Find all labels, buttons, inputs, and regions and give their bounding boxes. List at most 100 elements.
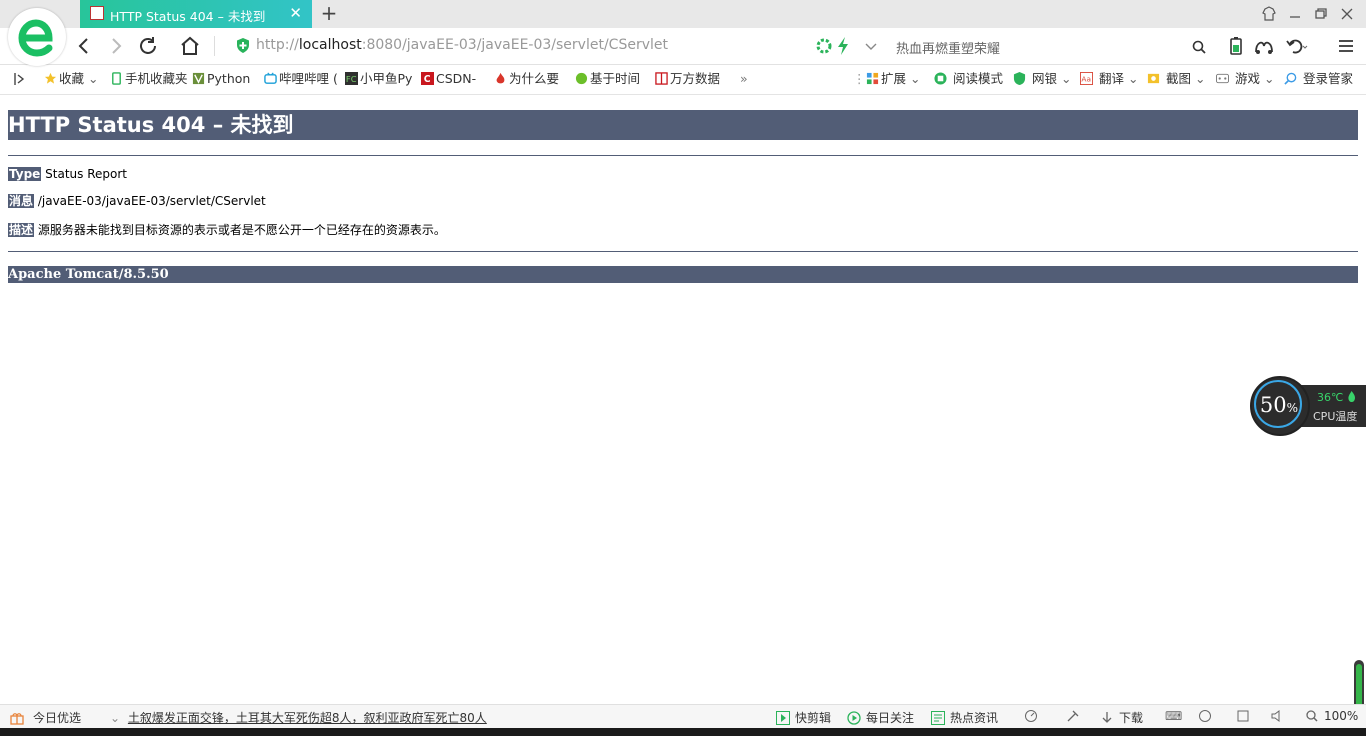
description-row: 描述 源服务器未能找到目标资源的表示或者是不愿公开一个已经存在的资源表示。: [8, 223, 446, 238]
secure-shield-icon: [237, 38, 249, 53]
reload-button[interactable]: [136, 34, 160, 58]
forward-button[interactable]: [104, 34, 128, 58]
tool-password-manager[interactable]: 登录管家: [1284, 71, 1353, 89]
bookmark-why[interactable]: 为什么要: [494, 71, 559, 89]
mouse-gesture-icon[interactable]: [1252, 34, 1276, 58]
back-button[interactable]: [72, 34, 96, 58]
cpu-usage-value: 50%: [1259, 393, 1299, 417]
sidebar-toggle-icon[interactable]: [12, 71, 26, 89]
toolbar-grip-icon: ⋮: [853, 71, 866, 86]
volume-icon[interactable]: [1270, 709, 1289, 723]
bookmarks-bar: 收藏 ⌄ 手机收藏夹 Python 哔哩哔哩 ( FC 小甲鱼Py C CSDN- …: [0, 65, 1366, 95]
search-box[interactable]: 热血再燃重塑荣耀: [884, 32, 1214, 60]
cpu-temp-label: CPU温度: [1313, 410, 1358, 423]
reader-clover-icon[interactable]: [816, 38, 832, 54]
address-bar[interactable]: http://localhost:8080/javaEE-03/javaEE-0…: [228, 32, 882, 60]
browser-logo[interactable]: [8, 8, 66, 66]
hot-news[interactable]: 热点资讯: [931, 709, 998, 726]
close-window-icon[interactable]: [1338, 5, 1356, 23]
tool-screenshot[interactable]: 截图 ⌄: [1147, 71, 1205, 89]
new-tab-button[interactable]: +: [318, 2, 340, 24]
home-button[interactable]: [178, 34, 202, 58]
bookmark-label: CSDN-: [436, 71, 477, 86]
tool-label: 网银: [1031, 71, 1057, 86]
download-label: 下载: [1119, 711, 1144, 725]
chevron-down-icon: ⌄: [110, 711, 121, 725]
quick-edit[interactable]: 快剪辑: [776, 709, 831, 726]
tool-reading-mode[interactable]: 阅读模式: [934, 71, 1003, 89]
bookmark-label: Python: [207, 71, 251, 86]
reading-mode-icon: [934, 72, 947, 85]
bookmark-wanfang[interactable]: 万方数据: [655, 71, 720, 89]
news-headline[interactable]: 土叙爆发正面交锋，土耳其大军死伤超8人，叙利亚政府军死亡80人: [128, 711, 487, 725]
game-icon: [1216, 73, 1229, 84]
type-label: Type: [8, 167, 42, 181]
message-label: 消息: [8, 194, 35, 208]
bookmark-mobile-favorites[interactable]: 手机收藏夹: [110, 71, 188, 89]
bilibili-icon: [264, 72, 277, 84]
minimize-icon[interactable]: [1286, 5, 1304, 23]
restore-icon[interactable]: [1312, 5, 1330, 23]
csdn-icon: C: [421, 72, 434, 85]
message-value: /javaEE-03/javaEE-03/servlet/CServlet: [37, 194, 266, 208]
url-text[interactable]: http://localhost:8080/javaEE-03/javaEE-0…: [256, 37, 668, 53]
tool-label: 扩展: [881, 71, 907, 86]
bookmark-timebased[interactable]: 基于时间: [575, 71, 640, 89]
bookmark-bilibili[interactable]: 哔哩哔哩 (: [264, 71, 338, 89]
address-dropdown-icon[interactable]: [862, 36, 880, 56]
speed-mode-icon[interactable]: [836, 37, 850, 55]
wanfang-icon: [655, 72, 668, 85]
tool-online-banking[interactable]: 网银 ⌄: [1013, 71, 1071, 89]
svg-text:FC: FC: [346, 74, 357, 84]
divider: [8, 251, 1358, 252]
bookmarks-more-button[interactable]: »: [740, 71, 748, 89]
bookmark-label: 收藏: [59, 71, 85, 86]
keyboard-icon[interactable]: ⌨: [1165, 709, 1182, 723]
news-icon: [931, 711, 945, 725]
download-button[interactable]: 下载: [1100, 709, 1143, 726]
description-value: 源服务器未能找到目标资源的表示或者是不愿公开一个已经存在的资源表示。: [37, 223, 446, 237]
tool-label: 阅读模式: [952, 71, 1003, 86]
browser-icon[interactable]: [1198, 709, 1217, 723]
screenshot-icon: [1147, 73, 1160, 84]
download-icon: [1102, 712, 1112, 723]
bookmark-csdn[interactable]: C CSDN-: [421, 71, 476, 89]
phone-icon: [112, 72, 121, 85]
window-icon[interactable]: [1236, 709, 1255, 723]
speedometer-icon[interactable]: [1024, 709, 1043, 723]
tool-translate[interactable]: Aa 翻译 ⌄: [1080, 71, 1138, 89]
bank-shield-icon: [1013, 72, 1026, 85]
tool-extensions[interactable]: 扩展 ⌄: [866, 71, 920, 89]
search-placeholder[interactable]: 热血再燃重塑荣耀: [896, 38, 1000, 57]
tab-active[interactable]: HTTP Status 404 – 未找到 ✕: [80, 0, 312, 28]
leaf-icon: [1348, 391, 1355, 403]
daily-follow[interactable]: 每日关注: [847, 709, 914, 726]
cpu-temp-value: 36℃: [1317, 391, 1356, 404]
hot-news-label: 热点资讯: [950, 711, 999, 725]
skin-icon[interactable]: [1260, 5, 1278, 23]
cpu-temperature-widget[interactable]: 50% 36℃ CPU温度: [1250, 376, 1366, 436]
bookmark-favorites[interactable]: 收藏 ⌄: [44, 71, 98, 89]
tool-label: 登录管家: [1302, 71, 1353, 86]
bookmark-label: 为什么要: [509, 71, 560, 86]
menu-icon[interactable]: [1334, 34, 1358, 58]
tab-close-icon[interactable]: ✕: [289, 4, 302, 22]
today-picks[interactable]: 今日优选: [10, 709, 81, 726]
search-icon[interactable]: [1192, 40, 1206, 54]
leaf-icon: [575, 72, 588, 85]
svg-text:Aa: Aa: [1081, 74, 1091, 83]
pin-icon[interactable]: [1066, 709, 1085, 723]
undo-close-icon[interactable]: [1284, 34, 1308, 58]
tab-title: HTTP Status 404 – 未找到: [110, 9, 266, 24]
bookmark-python[interactable]: Python: [192, 71, 250, 89]
play-circle-icon: [847, 711, 861, 725]
battery-icon[interactable]: [1224, 34, 1248, 58]
bookmark-label: 手机收藏夹: [125, 71, 188, 86]
zoom-control[interactable]: 100%: [1305, 709, 1358, 723]
bookmark-fishc[interactable]: FC 小甲鱼Py: [345, 71, 412, 89]
tool-label: 截图: [1165, 71, 1191, 86]
news-ticker[interactable]: ⌄ 土叙爆发正面交锋，土耳其大军死伤超8人，叙利亚政府军死亡80人: [110, 709, 487, 726]
translate-icon: Aa: [1080, 72, 1093, 85]
tab-favicon-icon: [90, 6, 104, 20]
tool-games[interactable]: 游戏 ⌄: [1216, 71, 1274, 89]
